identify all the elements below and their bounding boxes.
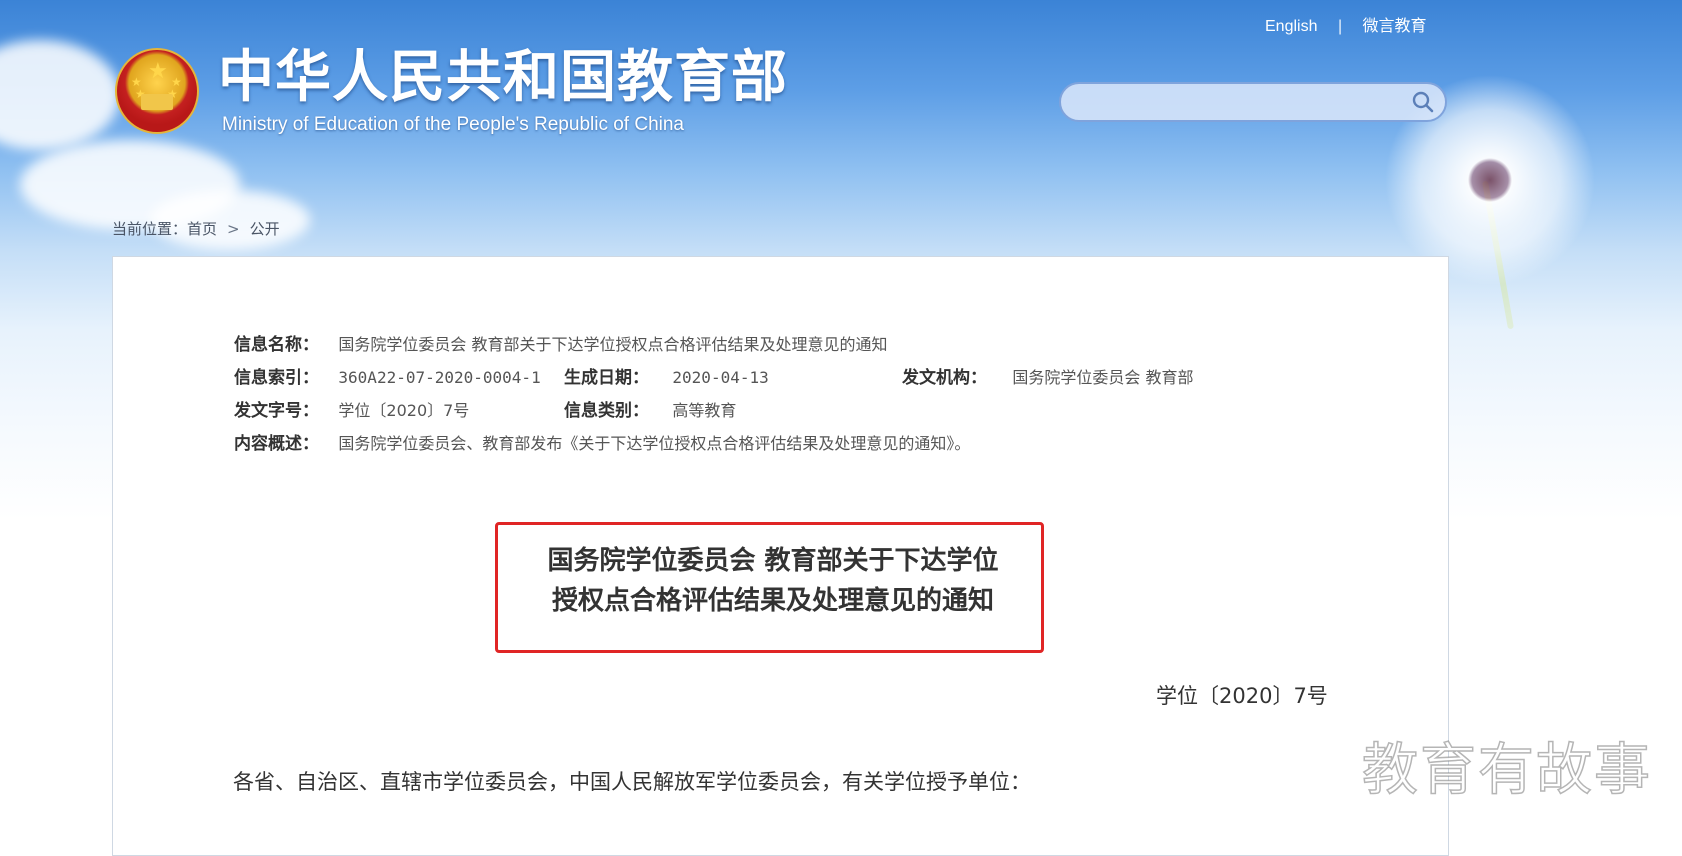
info-index-row: 信息索引： 360A22-07-2020-0004-1 <box>234 363 541 388</box>
link-separator: | <box>1337 18 1343 35</box>
info-org-value: 国务院学位委员会 教育部 <box>1012 368 1194 387</box>
top-links: English | 微言教育 <box>1265 12 1427 36</box>
weiyan-link[interactable]: 微言教育 <box>1363 18 1427 35</box>
info-docno-value: 学位〔2020〕7号 <box>338 401 470 420</box>
info-summary-row: 内容概述： 国务院学位委员会、教育部发布《关于下达学位授权点合格评估结果及处理意… <box>234 429 970 454</box>
info-summary-value: 国务院学位委员会、教育部发布《关于下达学位授权点合格评估结果及处理意见的通知》。 <box>338 434 971 453</box>
english-link[interactable]: English <box>1265 18 1317 35</box>
info-name-value: 国务院学位委员会 教育部关于下达学位授权点合格评估结果及处理意见的通知 <box>338 335 888 354</box>
info-date-row: 生成日期： 2020-04-13 <box>564 363 769 388</box>
info-org-row: 发文机构： 国务院学位委员会 教育部 <box>902 363 1194 388</box>
info-org-label: 发文机构： <box>902 368 987 388</box>
info-category-label: 信息类别： <box>564 401 649 421</box>
breadcrumb-arrow-icon: > <box>227 220 240 238</box>
site-title-chinese[interactable]: 中华人民共和国教育部 <box>218 46 788 110</box>
document-title-line1: 国务院学位委员会 教育部关于下达学位 <box>547 546 999 576</box>
national-emblem-logo: ★ ★ ★ ★ ★ <box>115 48 199 134</box>
breadcrumb-prefix: 当前位置： <box>112 220 188 238</box>
document-title-line2: 授权点合格评估结果及处理意见的通知 <box>551 586 994 616</box>
info-category-row: 信息类别： 高等教育 <box>564 396 736 421</box>
document-salutation: 各省、自治区、直辖市学位委员会，中国人民解放军学位委员会，有关学位授予单位： <box>233 770 1031 794</box>
search-box[interactable] <box>1059 82 1447 122</box>
document-number: 学位〔2020〕7号 <box>1156 684 1328 708</box>
search-input[interactable] <box>1077 90 1401 116</box>
watermark-text: 教育有故事 <box>1361 737 1652 804</box>
breadcrumb: 当前位置：首页 > 公开 <box>112 218 280 239</box>
info-summary-label: 内容概述： <box>234 434 319 454</box>
search-icon[interactable] <box>1411 90 1435 114</box>
breadcrumb-current[interactable]: 公开 <box>250 220 280 238</box>
info-index-label: 信息索引： <box>234 368 319 388</box>
document-title-highlight-box: 国务院学位委员会 教育部关于下达学位 授权点合格评估结果及处理意见的通知 <box>495 522 1044 653</box>
site-title-english[interactable]: Ministry of Education of the People's Re… <box>222 114 684 136</box>
info-docno-label: 发文字号： <box>234 401 319 421</box>
info-date-label: 生成日期： <box>564 368 649 388</box>
info-category-value: 高等教育 <box>672 401 737 420</box>
info-docno-row: 发文字号： 学位〔2020〕7号 <box>234 396 469 421</box>
info-index-value: 360A22-07-2020-0004-1 <box>338 368 541 387</box>
document-title: 国务院学位委员会 教育部关于下达学位 授权点合格评估结果及处理意见的通知 <box>538 541 1008 621</box>
info-date-value: 2020-04-13 <box>672 368 769 387</box>
breadcrumb-home-link[interactable]: 首页 <box>187 220 217 238</box>
info-name-label: 信息名称： <box>234 335 319 355</box>
info-name-row: 信息名称： 国务院学位委员会 教育部关于下达学位授权点合格评估结果及处理意见的通… <box>234 330 888 355</box>
